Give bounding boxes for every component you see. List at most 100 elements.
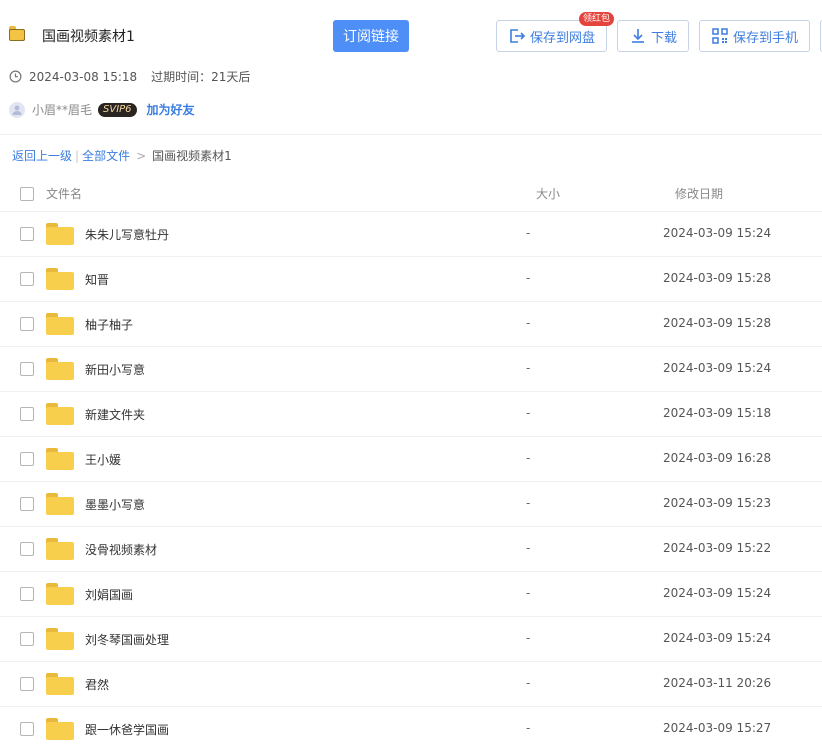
file-size: - xyxy=(526,451,531,465)
file-size: - xyxy=(526,676,531,690)
row-checkbox[interactable] xyxy=(20,677,34,691)
file-name[interactable]: 新建文件夹 xyxy=(85,406,145,423)
vip-badge: SVIP6 xyxy=(98,102,137,117)
row-checkbox[interactable] xyxy=(20,632,34,646)
modified-date: 2024-03-09 15:18 xyxy=(663,406,772,420)
row-checkbox[interactable] xyxy=(20,722,34,736)
table-row[interactable]: 墨墨小写意 - 2024-03-09 15:23 xyxy=(0,481,822,527)
breadcrumb: 返回上一级 | 全部文件 > 国画视频素材1 xyxy=(12,147,232,164)
file-name[interactable]: 知晋 xyxy=(85,271,109,288)
file-name[interactable]: 跟一休爸学国画 xyxy=(85,721,169,738)
clock-icon xyxy=(9,70,22,83)
file-size: - xyxy=(526,631,531,645)
save-to-phone-label: 保存到手机 xyxy=(732,30,798,46)
share-time: 2024-03-08 15:18 xyxy=(29,69,138,84)
row-checkbox[interactable] xyxy=(20,407,34,421)
column-header-modified[interactable]: 修改日期 xyxy=(675,185,723,202)
modified-date: 2024-03-09 15:23 xyxy=(663,496,772,510)
file-name[interactable]: 君然 xyxy=(85,676,109,693)
file-name[interactable]: 新田小写意 xyxy=(85,361,145,378)
red-packet-badge: 领红包 xyxy=(579,12,615,26)
share-meta: 2024-03-08 15:18 过期时间：21天后 xyxy=(9,68,250,85)
table-row[interactable]: 没骨视频素材 - 2024-03-09 15:22 xyxy=(0,526,822,572)
download-label: 下载 xyxy=(650,30,677,46)
folder-icon xyxy=(46,718,74,740)
file-name[interactable]: 柚子柚子 xyxy=(85,316,133,333)
folder-icon xyxy=(46,268,74,290)
table-row[interactable]: 刘娟国画 - 2024-03-09 15:24 xyxy=(0,571,822,617)
modified-date: 2024-03-09 15:24 xyxy=(663,631,772,645)
modified-date: 2024-03-09 15:27 xyxy=(663,721,772,735)
sharer-info: 小眉**眉毛 SVIP6 加为好友 xyxy=(9,101,195,118)
modified-date: 2024-03-09 15:24 xyxy=(663,586,772,600)
modified-date: 2024-03-09 15:22 xyxy=(663,541,772,555)
row-checkbox[interactable] xyxy=(20,272,34,286)
save-to-phone-button[interactable]: 保存到手机 xyxy=(699,20,810,52)
file-size: - xyxy=(526,361,531,375)
folder-icon xyxy=(46,673,74,695)
save-to-netdisk-label: 保存到网盘 xyxy=(529,30,595,46)
folder-icon xyxy=(46,583,74,605)
column-header-name[interactable]: 文件名 xyxy=(46,185,82,202)
file-size: - xyxy=(526,496,531,510)
table-row[interactable]: 朱朱儿写意牡丹 - 2024-03-09 15:24 xyxy=(0,211,822,257)
table-row[interactable]: 跟一休爸学国画 - 2024-03-09 15:27 xyxy=(0,706,822,744)
file-size: - xyxy=(526,316,531,330)
file-size: - xyxy=(526,586,531,600)
row-checkbox[interactable] xyxy=(20,542,34,556)
file-name[interactable]: 刘冬琴国画处理 xyxy=(85,631,169,648)
divider xyxy=(0,134,822,135)
table-row[interactable]: 新田小写意 - 2024-03-09 15:24 xyxy=(0,346,822,392)
add-friend-link[interactable]: 加为好友 xyxy=(147,101,195,118)
folder-icon xyxy=(46,538,74,560)
modified-date: 2024-03-09 15:28 xyxy=(663,316,772,330)
table-row[interactable]: 刘冬琴国画处理 - 2024-03-09 15:24 xyxy=(0,616,822,662)
table-row[interactable]: 新建文件夹 - 2024-03-09 15:18 xyxy=(0,391,822,437)
table-row[interactable]: 知晋 - 2024-03-09 15:28 xyxy=(0,256,822,302)
subscribe-link-button[interactable]: 订阅链接 xyxy=(333,20,409,52)
row-checkbox[interactable] xyxy=(20,227,34,241)
file-size: - xyxy=(526,226,531,240)
file-size: - xyxy=(526,541,531,555)
modified-date: 2024-03-09 16:28 xyxy=(663,451,772,465)
table-row[interactable]: 君然 - 2024-03-11 20:26 xyxy=(0,661,822,707)
avatar[interactable] xyxy=(9,101,25,118)
folder-icon xyxy=(9,26,25,41)
modified-date: 2024-03-09 15:24 xyxy=(663,226,772,240)
row-checkbox[interactable] xyxy=(20,317,34,331)
breadcrumb-separator: | xyxy=(75,148,80,163)
folder-icon xyxy=(46,493,74,515)
folder-icon xyxy=(46,448,74,470)
file-name[interactable]: 朱朱儿写意牡丹 xyxy=(85,226,169,243)
file-size: - xyxy=(526,406,531,420)
column-header-size[interactable]: 大小 xyxy=(536,185,560,202)
file-size: - xyxy=(526,721,531,735)
folder-icon xyxy=(46,403,74,425)
user-icon xyxy=(12,105,22,115)
file-name[interactable]: 刘娟国画 xyxy=(85,586,133,603)
table-row[interactable]: 柚子柚子 - 2024-03-09 15:28 xyxy=(0,301,822,347)
modified-date: 2024-03-09 15:24 xyxy=(663,361,772,375)
file-name[interactable]: 墨墨小写意 xyxy=(85,496,145,513)
table-row[interactable]: 王小媛 - 2024-03-09 16:28 xyxy=(0,436,822,482)
row-checkbox[interactable] xyxy=(20,362,34,376)
save-to-netdisk-icon xyxy=(510,29,526,43)
qr-code-icon xyxy=(712,28,728,44)
select-all-checkbox[interactable] xyxy=(20,187,34,201)
folder-icon xyxy=(46,358,74,380)
folder-icon xyxy=(46,628,74,650)
row-checkbox[interactable] xyxy=(20,497,34,511)
file-name[interactable]: 王小媛 xyxy=(85,451,121,468)
row-checkbox[interactable] xyxy=(20,452,34,466)
all-files-link[interactable]: 全部文件 xyxy=(82,147,130,164)
modified-date: 2024-03-11 20:26 xyxy=(663,676,772,690)
expire-time: 过期时间：21天后 xyxy=(151,70,251,84)
sharer-name[interactable]: 小眉**眉毛 xyxy=(32,101,92,118)
file-name[interactable]: 没骨视频素材 xyxy=(85,541,157,558)
download-icon xyxy=(631,29,644,43)
row-checkbox[interactable] xyxy=(20,587,34,601)
folder-icon xyxy=(46,223,74,245)
file-size: - xyxy=(526,271,531,285)
download-button[interactable]: 下载 xyxy=(617,20,689,52)
back-link[interactable]: 返回上一级 xyxy=(12,147,72,164)
